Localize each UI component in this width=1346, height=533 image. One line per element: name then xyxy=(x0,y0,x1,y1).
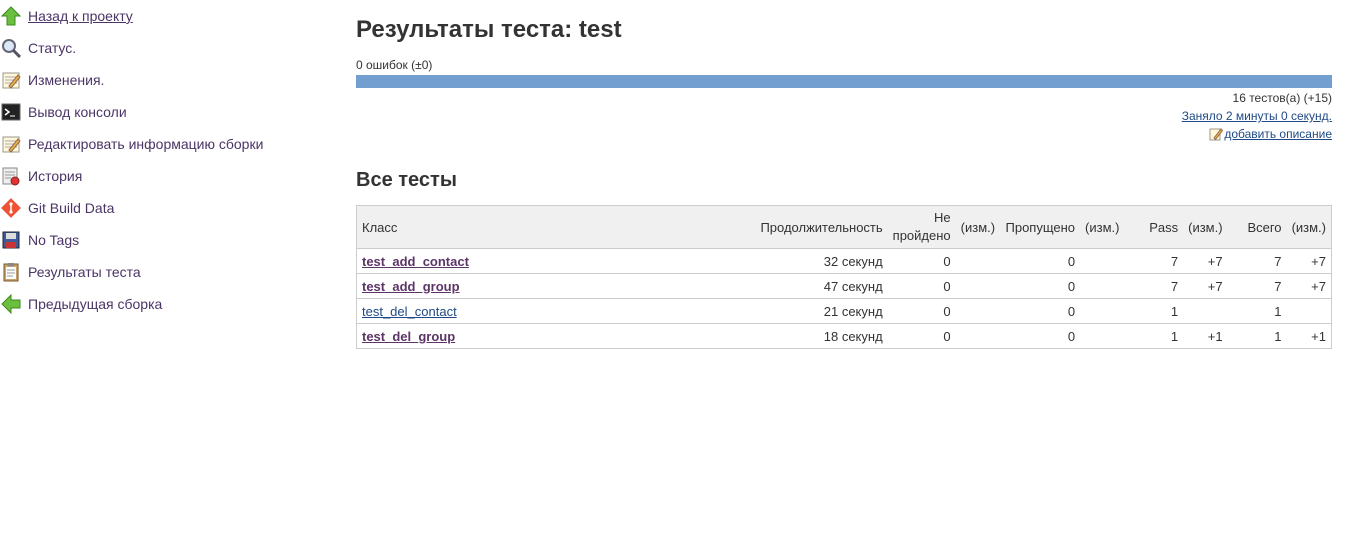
total-diff-cell: +7 xyxy=(1311,253,1326,269)
total-cell: 1 xyxy=(1274,303,1282,319)
sidebar-item-console-output[interactable]: Вывод консоли xyxy=(0,96,330,128)
sidebar-item-label: Статус. xyxy=(28,40,77,56)
sidebar-item-label: Назад к проекту xyxy=(28,8,133,24)
failed-cell: 0 xyxy=(943,303,951,319)
failed-cell: 0 xyxy=(943,278,951,294)
add-description-link[interactable]: добавить описание xyxy=(1224,125,1332,143)
failed-cell: 0 xyxy=(943,253,951,269)
notepad-edit-icon xyxy=(0,133,22,155)
test-class-link[interactable]: test_add_group xyxy=(362,279,460,294)
test-class-link[interactable]: test_del_contact xyxy=(362,304,457,319)
clipboard-icon xyxy=(0,261,22,283)
floppy-icon xyxy=(0,229,22,251)
header-skipped-diff[interactable]: (изм.) xyxy=(1080,206,1124,249)
fail-summary: 0 ошибок (±0) xyxy=(356,58,433,72)
table-header-row: Класс Продолжительность Не пройдено (изм… xyxy=(356,205,1332,249)
header-total-diff[interactable]: (изм.) xyxy=(1287,206,1332,249)
notepad-icon xyxy=(0,69,22,91)
duration-cell: 32 секунд xyxy=(823,253,883,269)
sidebar-item-git-build-data[interactable]: Git Build Data xyxy=(0,192,330,224)
duration-cell: 18 секунд xyxy=(823,328,883,344)
pass-diff-cell: +1 xyxy=(1207,328,1223,344)
sidebar-item-label: Предыдущая сборка xyxy=(28,296,163,312)
test-class-link[interactable]: test_add_contact xyxy=(362,254,469,269)
git-icon xyxy=(0,197,22,219)
header-pass[interactable]: Pass xyxy=(1124,206,1183,249)
failed-diff-cell xyxy=(956,299,1000,324)
duration-cell: 47 секунд xyxy=(823,278,883,294)
pass-cell: 1 xyxy=(1170,303,1179,319)
total-diff-cell: +7 xyxy=(1311,278,1326,294)
header-failed[interactable]: Не пройдено xyxy=(888,206,956,249)
history-icon xyxy=(0,165,22,187)
total-cell: 7 xyxy=(1274,278,1282,294)
page-title: Результаты теста: test xyxy=(356,16,622,43)
all-tests-heading: Все тесты xyxy=(356,169,457,191)
up-arrow-icon xyxy=(0,5,22,27)
pass-cell: 7 xyxy=(1170,278,1179,294)
total-cell: 7 xyxy=(1274,253,1282,269)
header-total[interactable]: Всего xyxy=(1228,206,1287,249)
sidebar-item-changes[interactable]: Изменения. xyxy=(0,64,330,96)
table-row: test_del_contact 21 секунд 0 0 1 1 xyxy=(356,298,1332,324)
table-row: test_add_group 47 секунд 0 0 7 +7 7 +7 xyxy=(356,273,1332,299)
failed-diff-cell xyxy=(956,324,1000,349)
failed-diff-cell xyxy=(956,274,1000,299)
sidebar-item-label: Изменения. xyxy=(28,72,105,88)
test-class-link[interactable]: test_del_group xyxy=(362,329,455,344)
sidebar-item-test-results[interactable]: Результаты теста xyxy=(0,256,330,288)
sidebar-item-label: Редактировать информацию сборки xyxy=(28,136,264,152)
header-skipped[interactable]: Пропущено xyxy=(1000,206,1080,249)
sidebar-item-status[interactable]: Статус. xyxy=(0,32,330,64)
skipped-diff-cell xyxy=(1080,324,1124,349)
sidebar-item-previous-build[interactable]: Предыдущая сборка xyxy=(0,288,330,320)
sidebar-item-back-to-project[interactable]: Назад к проекту xyxy=(0,0,330,32)
tests-count: 16 тестов(а) (+15) xyxy=(1232,91,1332,105)
sidebar-item-history[interactable]: История xyxy=(0,160,330,192)
header-class[interactable]: Класс xyxy=(357,206,749,249)
skipped-cell: 0 xyxy=(1067,328,1076,344)
sidebar-item-label: Вывод консоли xyxy=(28,104,127,120)
header-failed-diff[interactable]: (изм.) xyxy=(956,206,1000,249)
total-diff-cell xyxy=(1287,299,1332,324)
pass-diff-cell: +7 xyxy=(1207,278,1223,294)
table-row: test_del_group 18 секунд 0 0 1 +1 1 +1 xyxy=(356,323,1332,349)
pass-cell: 7 xyxy=(1170,253,1179,269)
sidebar: Назад к проекту Статус. Изменения. Вывод… xyxy=(0,0,330,320)
search-icon xyxy=(0,37,22,59)
skipped-cell: 0 xyxy=(1067,303,1076,319)
tests-table: Класс Продолжительность Не пройдено (изм… xyxy=(356,205,1332,349)
sidebar-item-label: Результаты теста xyxy=(28,264,141,280)
test-summary-info: 16 тестов(а) (+15) Заняло 2 минуты 0 сек… xyxy=(1182,89,1332,146)
terminal-icon xyxy=(0,101,22,123)
edit-description-icon xyxy=(1209,128,1224,141)
skipped-diff-cell xyxy=(1080,274,1124,299)
pass-cell: 1 xyxy=(1170,328,1179,344)
skipped-diff-cell xyxy=(1080,249,1124,274)
sidebar-item-label: No Tags xyxy=(28,232,80,248)
table-row: test_add_contact 32 секунд 0 0 7 +7 7 +7 xyxy=(356,248,1332,274)
pass-diff-cell xyxy=(1183,299,1227,324)
left-arrow-icon xyxy=(0,293,22,315)
sidebar-item-edit-build-info[interactable]: Редактировать информацию сборки xyxy=(0,128,330,160)
sidebar-item-label: Git Build Data xyxy=(28,200,115,216)
header-duration[interactable]: Продолжительность xyxy=(748,206,887,249)
skipped-cell: 0 xyxy=(1067,278,1076,294)
skipped-diff-cell xyxy=(1080,299,1124,324)
sidebar-item-label: История xyxy=(28,168,83,184)
header-pass-diff[interactable]: (изм.) xyxy=(1183,206,1227,249)
duration-link[interactable]: Заняло 2 минуты 0 секунд. xyxy=(1182,109,1332,123)
pass-diff-cell: +7 xyxy=(1207,253,1223,269)
sidebar-item-no-tags[interactable]: No Tags xyxy=(0,224,330,256)
total-cell: 1 xyxy=(1274,328,1282,344)
failed-cell: 0 xyxy=(943,328,951,344)
duration-cell: 21 секунд xyxy=(823,303,883,319)
failed-diff-cell xyxy=(956,249,1000,274)
pass-progress-bar xyxy=(356,75,1332,88)
total-diff-cell: +1 xyxy=(1311,328,1326,344)
skipped-cell: 0 xyxy=(1067,253,1076,269)
